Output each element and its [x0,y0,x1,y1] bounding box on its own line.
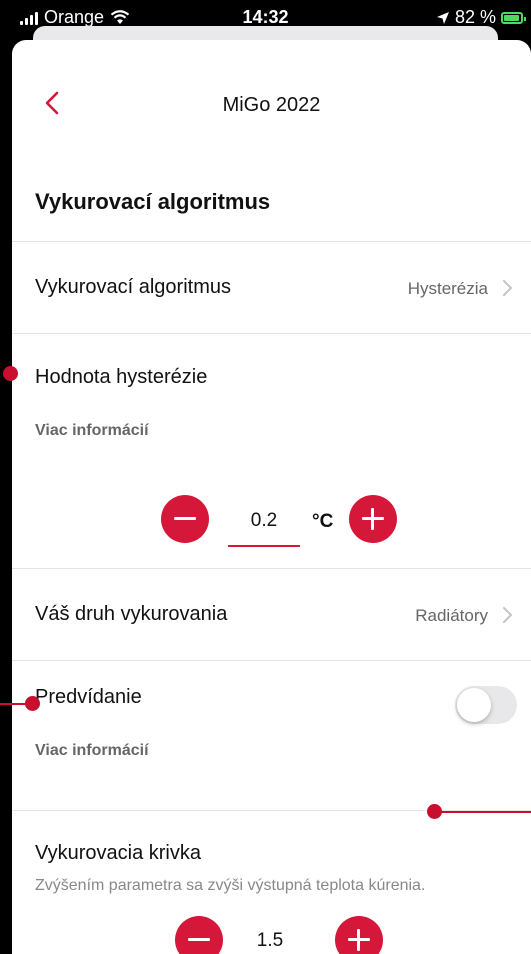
divider [12,241,531,242]
minus-icon [188,938,210,941]
battery-icon [501,11,526,24]
hysteresis-value-field[interactable]: 0.2 [228,510,300,532]
divider [12,333,531,334]
plus-icon-vertical [357,929,360,951]
section-title: Vykurovací algoritmus [35,189,271,214]
hysteresis-unit: °C [312,511,334,532]
battery-percent: 82 % [454,7,496,27]
algorithm-row-label: Vykurovací algoritmus [35,276,231,298]
annotation-marker [25,696,40,711]
settings-sheet: MiGo 2022 Vykurovací algoritmus Vykurova… [12,40,531,954]
hysteresis-info-link[interactable]: Viac informácií [35,422,149,440]
hysteresis-label: Hodnota hysterézie [35,366,208,388]
curve-value-field[interactable]: 1.5 [240,930,300,952]
annotation-marker [3,366,18,381]
chevron-right-icon [503,607,513,623]
curve-increase-button[interactable] [335,916,383,954]
divider [12,568,531,569]
algorithm-row-value: Hysterézia [407,279,488,298]
hysteresis-decrease-button[interactable] [161,495,209,543]
curve-decrease-button[interactable] [175,916,223,954]
status-right: 82 % [436,7,526,28]
minus-icon [174,517,196,520]
curve-description: Zvýšením parametra sa zvýši výstupná tep… [35,877,426,894]
prediction-info-link[interactable]: Viac informácií [35,742,149,760]
toggle-knob [457,688,491,722]
navigation-bar: MiGo 2022 [12,40,531,165]
location-arrow-icon [436,11,449,24]
prediction-toggle[interactable] [455,686,517,724]
divider [12,660,531,661]
heating-type-label: Váš druh vykurovania [35,603,228,625]
hysteresis-value-underline [228,545,300,547]
heating-type-value: Radiátory [415,606,488,625]
chevron-right-icon [503,280,513,296]
hysteresis-increase-button[interactable] [349,495,397,543]
prediction-label: Predvídanie [35,686,142,708]
annotation-line [434,811,531,813]
curve-label: Vykurovacia krivka [35,842,201,864]
page-title: MiGo 2022 [222,94,321,116]
plus-icon-vertical [371,508,374,530]
